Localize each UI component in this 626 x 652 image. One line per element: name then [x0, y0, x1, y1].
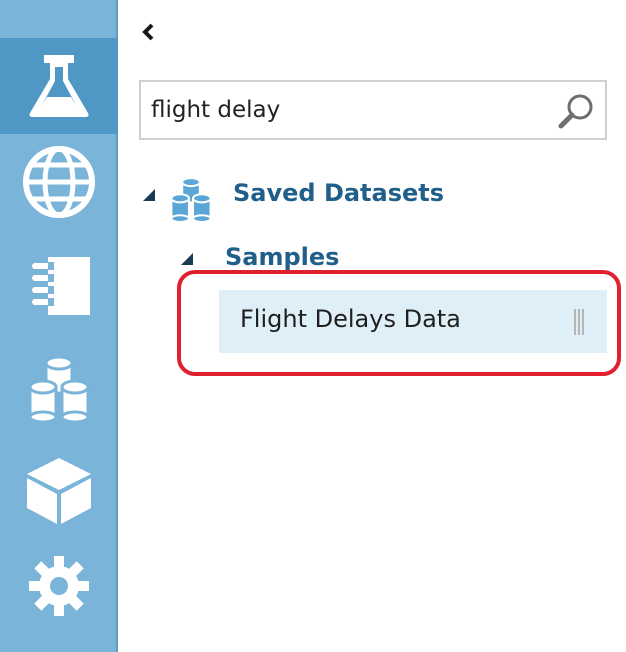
collapse-panel-button[interactable] — [138, 18, 158, 46]
search-input[interactable] — [151, 90, 541, 130]
dataset-item-flight-delays-data[interactable]: Flight Delays Data — [219, 290, 607, 353]
expand-caret-icon[interactable] — [142, 188, 156, 202]
chevron-left-icon — [142, 23, 154, 41]
rail-item-notebooks[interactable] — [0, 238, 118, 334]
search-icon[interactable] — [557, 92, 595, 134]
datasets-icon — [28, 355, 90, 424]
search-box — [139, 80, 607, 140]
tree-group-samples[interactable]: Samples — [225, 243, 339, 271]
rail-item-web-services[interactable] — [0, 134, 118, 230]
rail-item-datasets[interactable] — [0, 340, 118, 436]
dataset-item-label: Flight Delays Data — [240, 305, 461, 333]
drag-handle-icon[interactable] — [573, 309, 585, 335]
rail-item-trained-models[interactable] — [0, 442, 118, 538]
globe-icon — [23, 146, 95, 218]
rail-item-settings[interactable] — [0, 538, 118, 634]
notebook-icon — [32, 257, 90, 315]
left-nav-rail — [0, 0, 118, 652]
rail-item-experiments[interactable] — [0, 38, 118, 134]
expand-caret-icon[interactable] — [180, 252, 194, 266]
datasets-icon — [170, 177, 212, 223]
cube-icon — [27, 458, 91, 524]
gear-icon — [29, 556, 89, 616]
flask-icon — [29, 55, 89, 117]
tree-group-saved-datasets[interactable]: Saved Datasets — [233, 179, 444, 207]
